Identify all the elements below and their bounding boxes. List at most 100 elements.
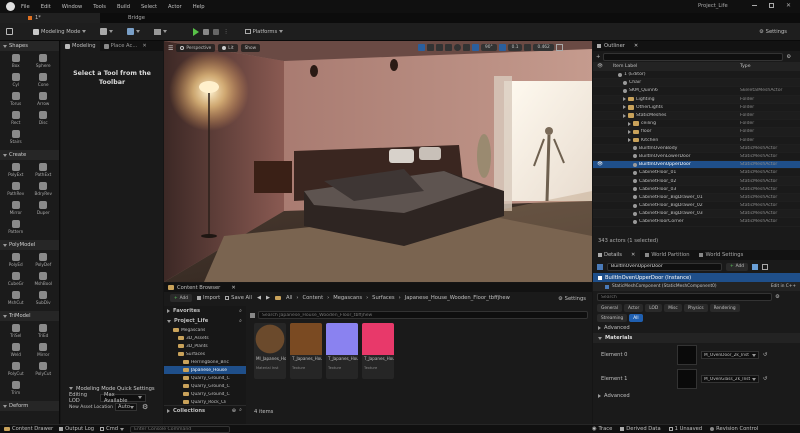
outliner-row[interactable]: BuiltInOvenLowerDoor StaticMeshActor <box>593 153 800 162</box>
outliner-row[interactable]: 1 (Editor) <box>593 71 800 80</box>
close-icon[interactable]: ✕ <box>786 2 791 9</box>
tab-world-partition[interactable]: World Partition <box>640 252 694 258</box>
reset-icon[interactable]: ↺ <box>763 352 767 358</box>
menu-help[interactable]: Help <box>193 4 205 10</box>
translate-icon[interactable] <box>427 44 434 51</box>
search-icon[interactable]: ⌕ <box>239 318 242 325</box>
perspective-button[interactable]: Perspective <box>176 44 216 52</box>
close-icon[interactable]: ✕ <box>631 252 635 258</box>
menu-file[interactable]: File <box>21 4 30 10</box>
gear-icon[interactable]: ⚙ <box>775 294 780 300</box>
tool-pattern[interactable]: Pattern <box>2 220 30 237</box>
menu-build[interactable]: Build <box>117 4 130 10</box>
material-thumbnail[interactable] <box>677 345 697 365</box>
tool-mshbool[interactable]: MshBool <box>30 272 58 289</box>
breadcrumb-item[interactable]: Content <box>303 295 324 301</box>
tool-polyed[interactable]: PolyEd <box>2 253 30 270</box>
materials-section[interactable]: Materials <box>593 333 800 343</box>
tool-cubegr[interactable]: CubeGr <box>2 272 30 289</box>
tool-mirror[interactable]: Mirror <box>2 201 30 218</box>
outliner-row[interactable]: CabinetFloor_03 StaticMeshActor <box>593 186 800 194</box>
outliner-row[interactable]: CabinetFloor_01 StaticMeshActor <box>593 169 800 178</box>
filter-icon[interactable] <box>250 312 255 318</box>
tab-level[interactable]: 1* <box>0 13 100 23</box>
more-options-icon[interactable]: ⋮ <box>223 29 228 35</box>
quick-add-button[interactable] <box>96 26 117 37</box>
close-icon[interactable]: ✕ <box>142 43 146 49</box>
asset-search-input[interactable] <box>258 311 588 319</box>
add-filter-icon[interactable]: + <box>596 54 600 60</box>
tool-cone[interactable]: Cone <box>30 73 58 90</box>
section-polymodel[interactable]: PolyModel <box>0 240 59 250</box>
outliner-row[interactable]: Kitchen Folder <box>593 137 800 145</box>
menu-select[interactable]: Select <box>141 4 157 10</box>
outliner-row[interactable]: StaticMeshes Folder <box>593 111 800 121</box>
asset-tile[interactable]: MI_Japanes_House... Material Inst <box>254 323 286 379</box>
outliner-row[interactable]: CabinetFloor_02 StaticMeshActor <box>593 177 800 186</box>
filter-streaming[interactable]: Streaming <box>597 314 628 322</box>
material-thumbnail[interactable] <box>677 369 697 389</box>
gear-icon[interactable]: ⚙ <box>142 403 148 411</box>
maximize-viewport-icon[interactable] <box>555 44 563 51</box>
section-shapes[interactable]: Shapes <box>0 41 59 51</box>
tool-tried[interactable]: TriEd <box>30 324 58 341</box>
lit-button[interactable]: Lit <box>218 44 238 52</box>
show-button[interactable]: Show <box>240 44 261 52</box>
save-all-button[interactable]: Save All <box>225 295 252 301</box>
filter-all[interactable]: All <box>629 314 643 322</box>
stop-icon[interactable] <box>213 28 220 35</box>
search-icon[interactable]: ⌕ <box>239 407 242 414</box>
tool-trim[interactable]: Trim <box>2 381 30 398</box>
outliner-tab[interactable]: Outliner ✕ <box>593 41 800 51</box>
outliner-row[interactable]: Lighting Folder <box>593 95 800 104</box>
derived-data-button[interactable]: Derived Data <box>620 426 661 432</box>
search-icon[interactable]: ⌕ <box>239 308 242 315</box>
folder-tree-item[interactable]: Surfaces <box>164 350 246 358</box>
content-settings-button[interactable]: ⚙ Settings <box>558 296 586 302</box>
visibility-icon[interactable]: 👁 <box>593 162 613 167</box>
breadcrumb-item[interactable]: Surfaces <box>372 295 394 301</box>
menu-actor[interactable]: Actor <box>168 4 182 10</box>
tool-trisel[interactable]: TriSel <box>2 324 30 341</box>
material-dropdown[interactable]: M_OvenGlass_2k_Inst <box>701 375 759 383</box>
object-name-input[interactable] <box>607 262 722 271</box>
tool-bdryrev[interactable]: BdryRev <box>30 182 58 199</box>
select-mode-icon[interactable] <box>418 44 425 51</box>
close-icon[interactable]: ✕ <box>634 43 638 49</box>
outliner-row[interactable]: CabinetFloor_BigDrawer_01 StaticMeshActor <box>593 193 800 202</box>
close-icon[interactable]: ✕ <box>231 285 235 291</box>
outliner-row[interactable]: 👁 BuiltInOvenUpperDoor StaticMeshActor <box>593 161 800 170</box>
revision-control-button[interactable]: Revision Control <box>710 426 758 432</box>
folder-tree-item[interactable]: Japanese_House <box>164 366 246 374</box>
column-type[interactable]: Type <box>740 64 751 69</box>
asset-tile[interactable]: T_Japanes_House... Texture <box>326 323 358 379</box>
outliner-row[interactable]: OtherLights Folder <box>593 104 800 112</box>
blueprint-button[interactable] <box>123 26 144 37</box>
tool-pathrev[interactable]: PathRev <box>2 182 30 199</box>
tool-polyext[interactable]: PolyExt <box>2 163 30 180</box>
reset-icon[interactable]: ↺ <box>763 376 767 382</box>
minimize-icon[interactable] <box>752 5 757 6</box>
menu-edit[interactable]: Edit <box>41 4 51 10</box>
details-search-input[interactable] <box>597 293 772 301</box>
project-header[interactable]: Project_Life ⌕ <box>164 316 246 326</box>
tool-cyl[interactable]: Cyl <box>2 73 30 90</box>
tool-polycut[interactable]: PolyCut <box>2 362 30 379</box>
outliner-row[interactable]: CabinetFloor_BigDrawer_02 StaticMeshActor <box>593 202 800 211</box>
advanced-section-2[interactable]: Advanced <box>593 391 800 401</box>
folder-tree-item[interactable]: Quarry_Ground_C <box>164 374 246 382</box>
scale-snap-value[interactable]: 0.1 <box>507 44 523 51</box>
blueprint-icon[interactable] <box>751 263 758 270</box>
favorites-header[interactable]: Favorites ⌕ <box>164 306 246 316</box>
asset-tile[interactable]: T_Japanes_House... Texture <box>290 323 322 379</box>
outliner-row[interactable]: BuiltInOvenBody StaticMeshActor <box>593 144 800 153</box>
filter-general[interactable]: General <box>597 304 622 312</box>
tool-pathext[interactable]: PathExt <box>30 163 58 180</box>
filter-physics[interactable]: Physics <box>683 304 708 312</box>
folder-tree-item[interactable]: 3D_Assets <box>164 334 246 342</box>
tab-modeling[interactable]: Modeling <box>61 41 100 51</box>
grid-snap-value[interactable]: 90° <box>481 44 497 51</box>
menu-window[interactable]: Window <box>62 4 82 10</box>
camera-speed-value[interactable]: 0.462 <box>533 44 554 51</box>
folder-tree-item[interactable]: Quarry_Ground_C <box>164 390 246 398</box>
